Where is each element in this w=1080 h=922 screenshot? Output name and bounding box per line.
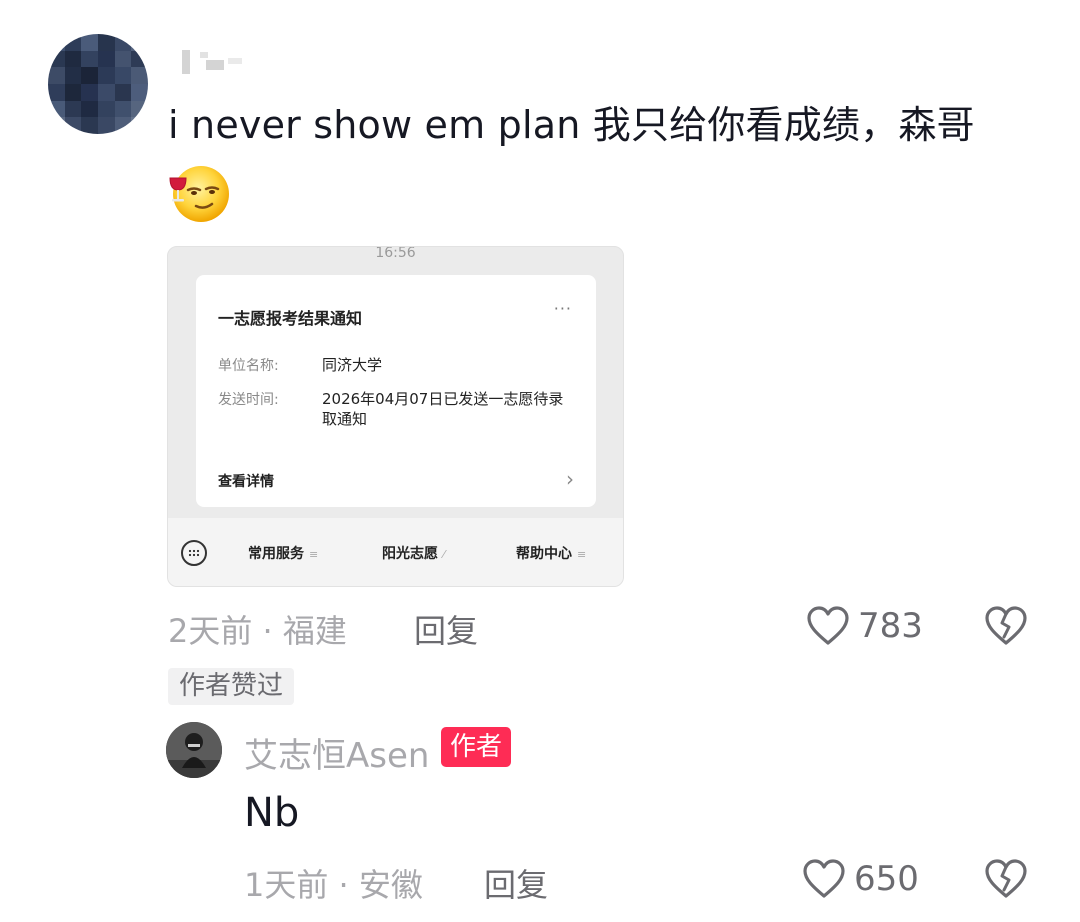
avatar-pixel [81,67,98,84]
like-icon[interactable] [806,605,850,647]
bar-item-services: 常用服务 ≡ [248,546,319,562]
keyboard-icon [181,540,207,566]
reply-like-count: 650 [854,859,919,899]
field-value-time: 2026年04月07日已发送一志愿待录取通知 [322,390,564,428]
field-label-unit: 单位名称: [218,358,279,374]
avatar-pixel [114,83,132,101]
avatar-pixel [97,117,115,134]
bar-item-help: 帮助中心 ≡ [516,546,587,562]
avatar-pixel [64,83,82,101]
avatar-pixel [81,50,98,68]
avatar-pixel [64,34,82,51]
avatar-pixel [131,34,148,51]
notice-title: 一志愿报考结果通知 [218,309,363,328]
avatar-pixel [114,67,132,84]
view-details-link: 查看详情 [218,474,274,490]
service-bar: 常用服务 ≡ 阳光志愿 ⁄ 帮助中心 ≡ [168,518,623,586]
field-label-time: 发送时间: [218,392,279,408]
avatar-pixel [48,100,65,118]
reply-reply-button[interactable]: 回复 [484,860,548,906]
avatar-pixel [48,117,65,134]
avatar-pixel [131,117,148,134]
avatar-pixel [131,50,148,68]
comment-text: i never show em plan 我只给你看成绩，森哥 [168,103,975,147]
avatar-pixel [64,67,82,84]
more-icon: ··· [553,299,572,318]
avatar-pixel [81,117,98,134]
avatar-pixel [131,67,148,84]
avatar-pixel [81,100,98,118]
comment-meta: 2天前 · 福建 [168,612,347,650]
author-avatar[interactable] [166,722,222,778]
avatar-pixel [114,34,132,51]
bar-item-sunshine: 阳光志愿 ⁄ [382,546,445,562]
reply-author-name[interactable]: 艾志恒Asen [244,728,429,777]
notice-card: 一志愿报考结果通知 ··· 单位名称: 同济大学 发送时间: 2026年04月0… [196,275,596,507]
avatar-pixel [131,83,148,101]
reply-button[interactable]: 回复 [414,606,478,652]
avatar-pixel [48,67,65,84]
reply-meta: 1天前 · 安徽 [244,866,423,904]
reply-text: Nb [244,790,300,836]
avatar-pixel [64,100,82,118]
avatar-pixel [48,34,65,51]
avatar-pixel [48,83,65,101]
avatar-pixel [131,100,148,118]
author-badge: 作者 [441,727,512,767]
avatar-pixel [64,117,82,134]
attached-screenshot[interactable]: 16:56 一志愿报考结果通知 ··· 单位名称: 同济大学 发送时间: 202… [167,246,624,587]
avatar-pixel [48,50,65,68]
dislike-icon[interactable] [984,605,1028,647]
wine-smirk-emoji [169,166,229,222]
chevron-right-icon: › [566,467,574,491]
username-blurred[interactable] [180,50,250,74]
avatar-pixel [81,83,98,101]
avatar-pixel [97,67,115,84]
avatar-pixel [97,50,115,68]
avatar-pixel [114,117,132,134]
avatar[interactable] [48,34,148,134]
reply-dislike-icon[interactable] [984,858,1028,900]
author-liked-tag: 作者赞过 [168,668,295,705]
like-count: 783 [858,606,923,646]
avatar-pixel [97,83,115,101]
field-value-unit: 同济大学 [322,356,383,374]
reply-like-icon[interactable] [802,858,846,900]
author-avatar-image [166,722,222,778]
avatar-pixel [114,50,132,68]
avatar-pixel [81,34,98,51]
avatar-pixel [64,50,82,68]
avatar-pixel [97,100,115,118]
avatar-pixel [114,100,132,118]
avatar-pixel [97,34,115,51]
status-time: 16:56 [375,246,416,261]
